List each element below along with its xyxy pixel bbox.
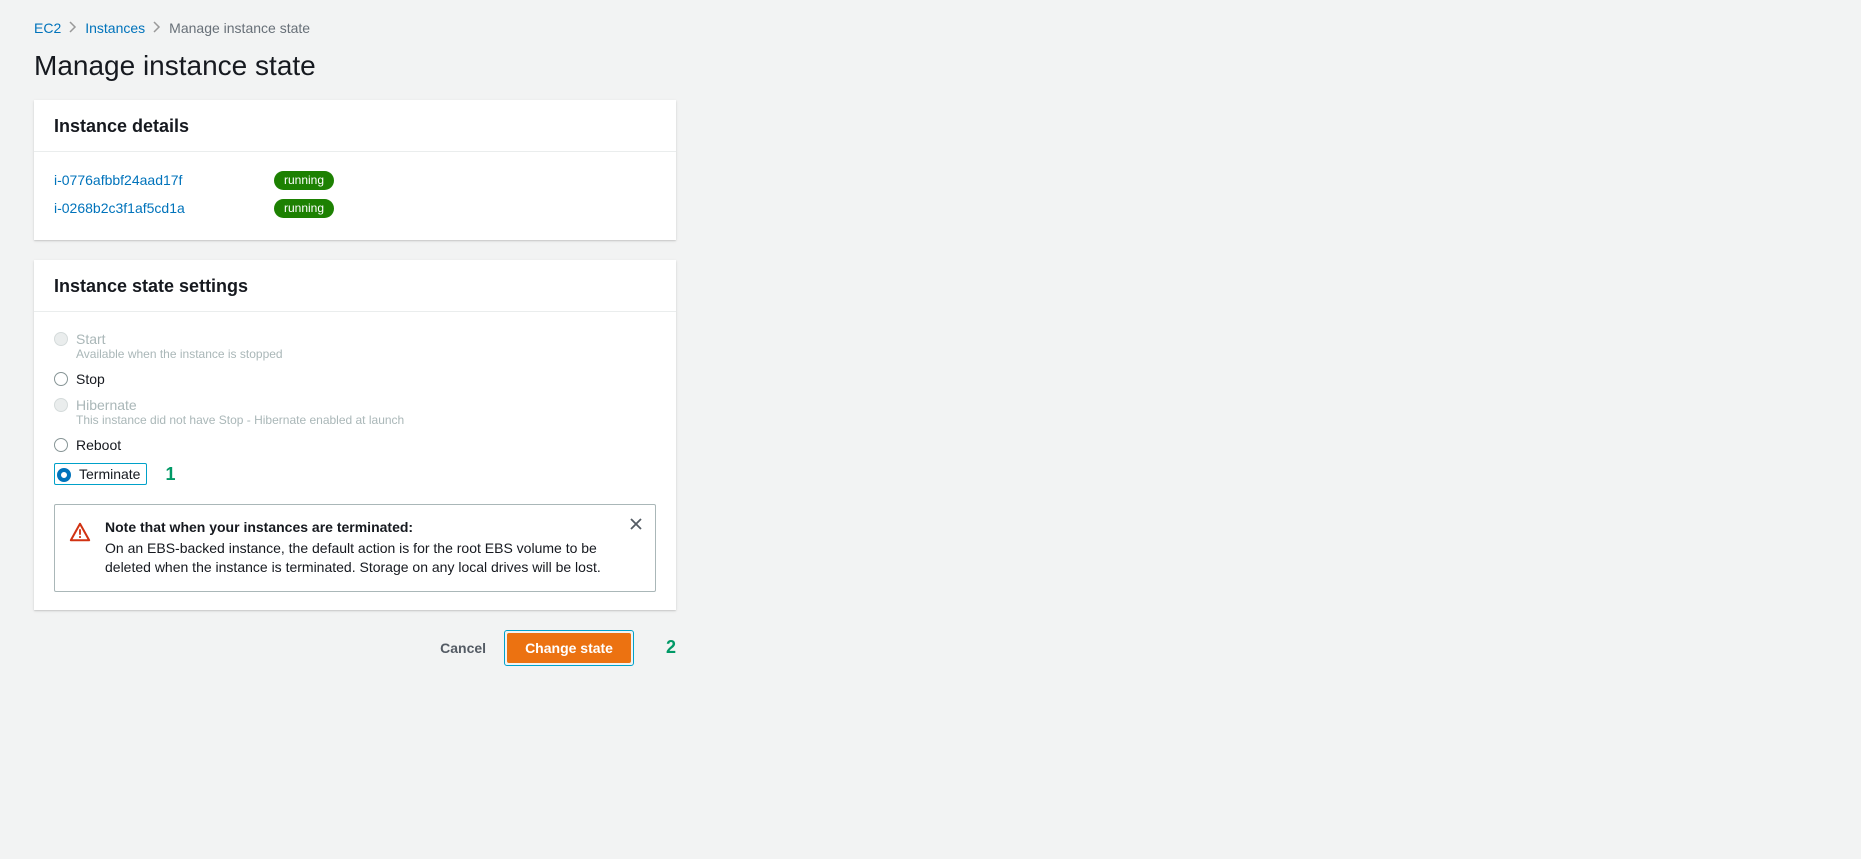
radio-icon[interactable] <box>54 372 68 386</box>
warning-body: On an EBS-backed instance, the default a… <box>105 539 611 577</box>
instance-state-settings-heading: Instance state settings <box>54 276 656 297</box>
change-state-wrap: Change state <box>504 630 634 666</box>
radio-icon <box>54 398 68 412</box>
breadcrumb-current: Manage instance state <box>169 20 310 36</box>
radio-reboot[interactable]: Reboot <box>54 432 656 458</box>
status-badge: running <box>274 199 334 218</box>
radio-terminate-label: Terminate <box>79 466 140 482</box>
chevron-right-icon <box>69 20 77 36</box>
instance-row: i-0268b2c3f1af5cd1a running <box>54 194 656 222</box>
termination-warning: Note that when your instances are termin… <box>54 504 656 592</box>
action-buttons: Cancel Change state 2 <box>34 630 676 666</box>
close-warning-button[interactable] <box>629 515 643 536</box>
annotation-1: 1 <box>165 464 175 485</box>
radio-hibernate-sublabel: This instance did not have Stop - Hibern… <box>76 413 404 427</box>
breadcrumb-instances[interactable]: Instances <box>85 20 145 36</box>
instance-details-heading: Instance details <box>54 116 656 137</box>
radio-start-label: Start <box>76 331 283 347</box>
radio-hibernate: Hibernate This instance did not have Sto… <box>54 392 656 432</box>
instance-row: i-0776afbbf24aad17f running <box>54 166 656 194</box>
instance-details-panel: Instance details i-0776afbbf24aad17f run… <box>34 100 676 240</box>
close-icon <box>629 515 643 535</box>
radio-icon[interactable] <box>54 438 68 452</box>
status-badge: running <box>274 171 334 190</box>
radio-reboot-label: Reboot <box>76 437 121 453</box>
radio-icon <box>54 332 68 346</box>
instance-id-link[interactable]: i-0776afbbf24aad17f <box>54 172 274 188</box>
radio-hibernate-label: Hibernate <box>76 397 404 413</box>
instance-state-settings-panel: Instance state settings Start Available … <box>34 260 676 610</box>
radio-stop[interactable]: Stop <box>54 366 656 392</box>
radio-icon[interactable] <box>57 468 71 482</box>
radio-terminate[interactable]: Terminate <box>54 463 147 485</box>
radio-start: Start Available when the instance is sto… <box>54 326 656 366</box>
chevron-right-icon <box>153 20 161 36</box>
change-state-button[interactable]: Change state <box>507 633 631 663</box>
warning-title: Note that when your instances are termin… <box>105 519 413 535</box>
radio-stop-label: Stop <box>76 371 105 387</box>
breadcrumb-ec2[interactable]: EC2 <box>34 20 61 36</box>
radio-start-sublabel: Available when the instance is stopped <box>76 347 283 361</box>
breadcrumb: EC2 Instances Manage instance state <box>34 20 676 36</box>
annotation-2: 2 <box>666 637 676 658</box>
instance-id-link[interactable]: i-0268b2c3f1af5cd1a <box>54 200 274 216</box>
warning-icon <box>69 521 91 543</box>
cancel-button[interactable]: Cancel <box>440 640 486 656</box>
radio-terminate-row: Terminate 1 <box>54 458 656 490</box>
page-title: Manage instance state <box>34 50 676 82</box>
